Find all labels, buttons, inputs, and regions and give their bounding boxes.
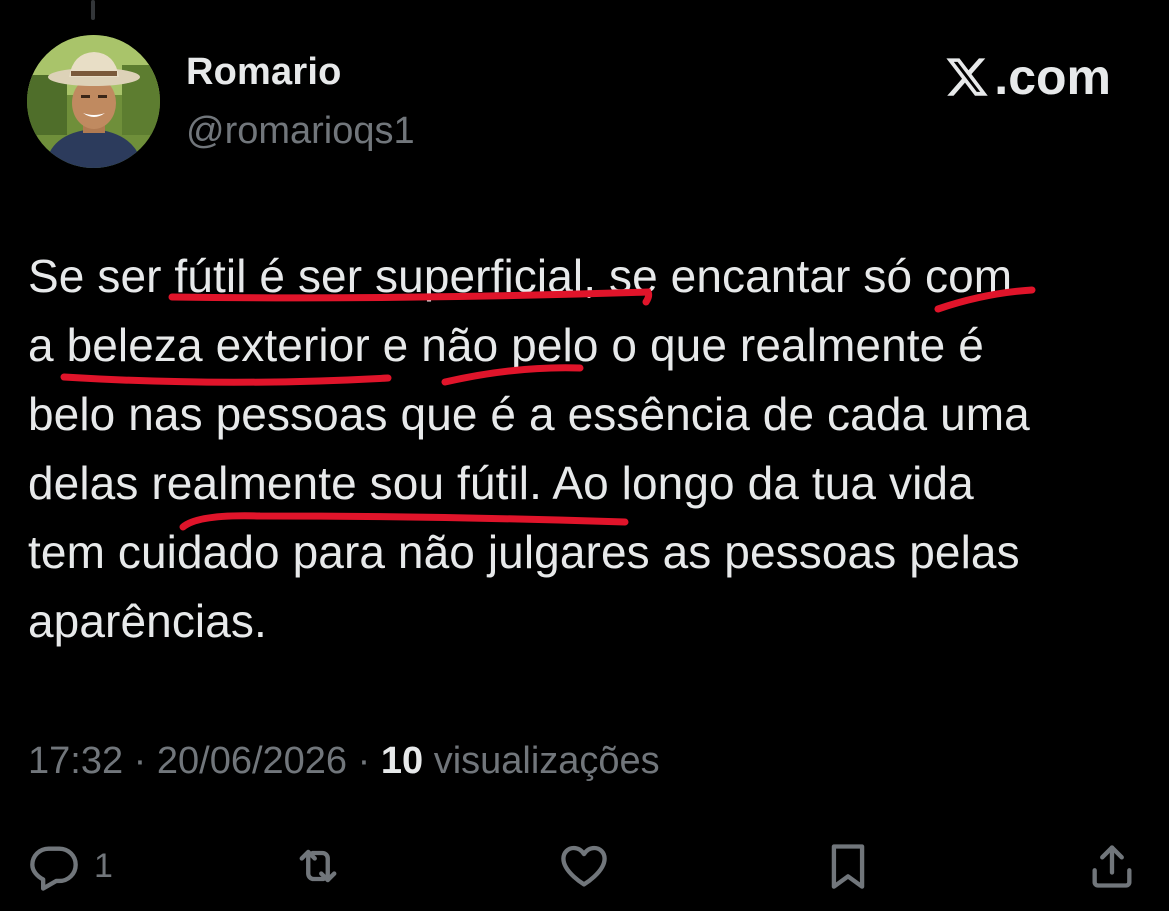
user-handle[interactable]: @romarioqs1 — [186, 110, 415, 153]
avatar-photo — [27, 35, 160, 168]
tweet-line: aparências. — [28, 595, 267, 647]
retweet-icon — [299, 849, 337, 883]
brand-watermark: .com — [944, 48, 1111, 106]
tweet-line: delas realmente sou fútil. Ao longo da t… — [28, 457, 974, 509]
x-logo-icon — [946, 58, 989, 96]
tweet-line: Se ser fútil é ser superficial, se encan… — [28, 250, 1013, 302]
tweet-line: belo nas pessoas que é a essência de cad… — [28, 388, 1030, 440]
meta-separator: · — [347, 740, 381, 782]
thread-connector — [91, 0, 95, 20]
share-button[interactable] — [1086, 838, 1138, 894]
display-name[interactable]: Romario — [186, 51, 342, 94]
tweet-screenshot: Romario @romarioqs1 .com Se ser fútil é … — [0, 0, 1169, 911]
retweet-button[interactable] — [292, 838, 344, 894]
tweet-meta: 17:32 · 20/06/2026 · 10 visualizações — [28, 740, 660, 783]
views-label: visualizações — [433, 740, 660, 782]
tweet-text: Se ser fútil é ser superficial, se encan… — [28, 242, 1148, 656]
reply-count: 1 — [94, 846, 113, 885]
share-icon — [1092, 845, 1132, 888]
reply-button[interactable]: 1 — [28, 838, 113, 894]
meta-separator: · — [123, 740, 157, 782]
avatar[interactable] — [27, 35, 160, 168]
tweet-line: tem cuidado para não julgares as pessoas… — [28, 526, 1020, 578]
reply-icon — [30, 846, 78, 891]
tweet-line: a beleza exterior e não pelo o que realm… — [28, 319, 984, 371]
tweet-time[interactable]: 17:32 — [28, 740, 123, 782]
like-button[interactable] — [558, 838, 610, 894]
bookmark-icon — [831, 844, 865, 889]
tweet-date[interactable]: 20/06/2026 — [157, 740, 347, 782]
views-count: 10 — [380, 740, 424, 782]
brand-domain: .com — [994, 49, 1111, 105]
bookmark-button[interactable] — [822, 838, 874, 894]
heart-icon — [561, 845, 607, 887]
